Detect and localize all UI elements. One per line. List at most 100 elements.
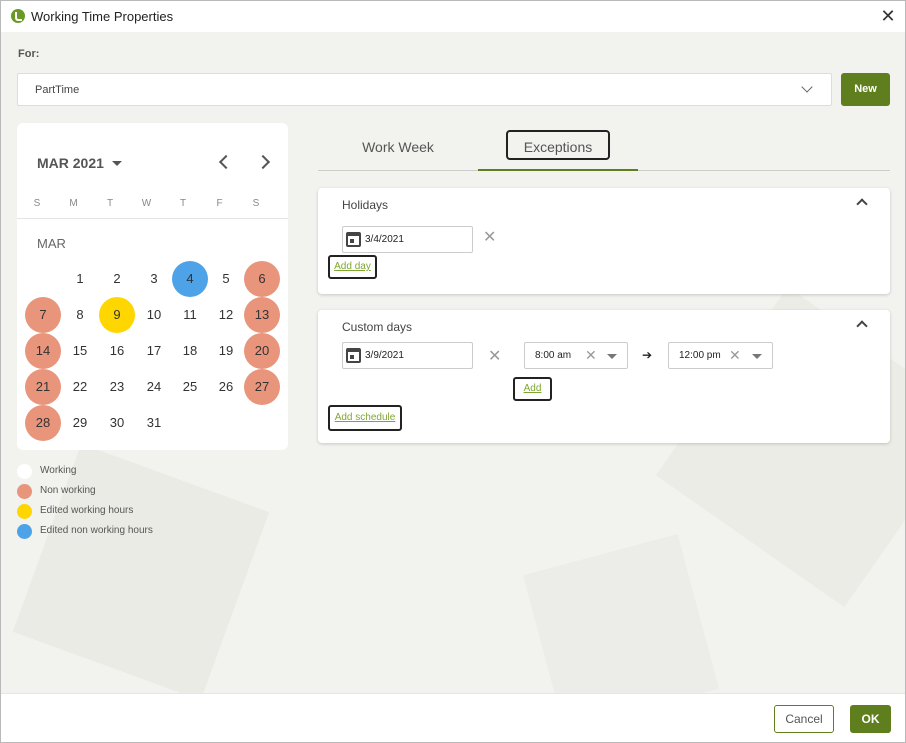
holiday-date-input[interactable]: 3/4/2021 (342, 226, 473, 253)
start-time-select[interactable]: 8:00 am ✕ (524, 342, 628, 369)
custom-date-value: 3/9/2021 (365, 350, 404, 361)
new-button[interactable]: New (841, 73, 890, 106)
chevron-up-icon[interactable] (856, 320, 868, 332)
calendar-icon[interactable] (346, 348, 361, 363)
end-time-select[interactable]: 12:00 pm ✕ (668, 342, 773, 369)
dialog-footer: Cancel OK (1, 693, 905, 742)
calendar-day[interactable]: 18 (172, 333, 208, 369)
calendar-day[interactable]: 19 (208, 333, 244, 369)
calendar-day[interactable]: 8 (62, 297, 98, 333)
calendar-day[interactable]: 30 (99, 405, 135, 441)
weekday-label: T (106, 198, 114, 209)
custom-date-input[interactable]: 3/9/2021 (342, 342, 473, 369)
weekday-header: SMTWTFS (25, 198, 281, 212)
remove-custom-day-icon[interactable]: ✕ (488, 346, 501, 366)
chevron-up-icon[interactable] (856, 198, 868, 210)
chevron-right-icon[interactable] (255, 153, 273, 171)
end-time-value: 12:00 pm (679, 350, 721, 361)
dialog-body: For: PartTime New MAR 2021 S M T W T F S MAR 1… (1, 32, 905, 693)
calendar-day[interactable]: 13 (244, 297, 280, 333)
weekday-label: M (69, 198, 78, 209)
caret-down-icon[interactable] (752, 354, 762, 359)
weekday-label: T (179, 198, 187, 209)
calendar-day[interactable]: 3 (136, 261, 172, 297)
caret-down-icon[interactable] (112, 161, 122, 166)
custom-days-title: Custom days (342, 320, 413, 334)
legend-label: Edited working hours (40, 505, 134, 516)
calendar-day[interactable]: 7 (25, 297, 61, 333)
legend-swatch (17, 464, 32, 479)
cancel-button[interactable]: Cancel (774, 705, 834, 733)
holiday-date-value: 3/4/2021 (365, 234, 404, 245)
chevron-left-icon[interactable] (215, 153, 233, 171)
calendar-day[interactable]: 22 (62, 369, 98, 405)
divider (17, 218, 288, 219)
weekday-label: S (33, 198, 41, 209)
arrow-right-icon: ➔ (642, 348, 653, 362)
calendar-day[interactable]: 5 (208, 261, 244, 297)
legend-swatch (17, 484, 32, 499)
holidays-panel: Holidays 3/4/2021 ✕ Add day (318, 188, 890, 294)
legend-swatch (17, 524, 32, 539)
calendar-day[interactable]: 15 (62, 333, 98, 369)
calendar-day[interactable]: 10 (136, 297, 172, 333)
calendar-day[interactable]: 24 (136, 369, 172, 405)
calendar-day[interactable]: 16 (99, 333, 135, 369)
background-shape (12, 443, 270, 693)
calendar-day[interactable]: 9 (99, 297, 135, 333)
calendar-month-label: MAR (37, 236, 66, 251)
calendar-select[interactable]: PartTime (17, 73, 832, 106)
calendar-day[interactable]: 6 (244, 261, 280, 297)
calendar-day[interactable]: 28 (25, 405, 61, 441)
clear-icon[interactable]: ✕ (585, 347, 597, 364)
clear-icon[interactable]: ✕ (729, 347, 741, 364)
tab-work-week[interactable]: Work Week (318, 127, 478, 169)
add-schedule-button[interactable]: Add schedule (328, 405, 402, 431)
legend-label: Edited non working hours (40, 525, 153, 536)
calendar-day[interactable]: 29 (62, 405, 98, 441)
background-shape (523, 534, 719, 693)
close-icon[interactable]: ✕ (877, 5, 899, 27)
legend-swatch (17, 504, 32, 519)
calendar-day[interactable]: 2 (99, 261, 135, 297)
tab-active-indicator (478, 169, 638, 171)
weekday-label: S (252, 198, 260, 209)
caret-down-icon[interactable] (607, 354, 617, 359)
legend-label: Non working (40, 485, 96, 496)
title-bar: Working Time Properties ✕ (1, 1, 905, 32)
calendar-day[interactable]: 21 (25, 369, 61, 405)
calendar-day[interactable]: 20 (244, 333, 280, 369)
calendar-day[interactable]: 27 (244, 369, 280, 405)
for-label: For: (18, 48, 40, 60)
month-calendar: MAR 2021 SMTWTFS MAR 1 2 3 4 5 6 7 8 9 10 11 12 13 14… (17, 123, 288, 450)
add-time-button[interactable]: Add (513, 377, 552, 401)
tab-exceptions[interactable]: Exceptions (478, 127, 638, 169)
start-time-value: 8:00 am (535, 350, 572, 361)
custom-days-panel: Custom days 3/9/2021 ✕ 8:00 am ✕ ➔ 12:00… (318, 310, 890, 443)
weekday-label: F (216, 198, 223, 209)
calendar-day[interactable]: 11 (172, 297, 208, 333)
calendar-day[interactable]: 12 (208, 297, 244, 333)
calendar-day[interactable]: 26 (208, 369, 244, 405)
chevron-down-icon (801, 81, 813, 93)
tab-bar: Work Week Exceptions (318, 127, 890, 171)
working-time-dialog: Working Time Properties ✕ For: PartTime … (0, 0, 906, 743)
calendar-day[interactable]: 31 (136, 405, 172, 441)
ok-button[interactable]: OK (850, 705, 891, 733)
window-title: Working Time Properties (31, 9, 174, 24)
remove-holiday-icon[interactable]: ✕ (483, 227, 496, 247)
calendar-day[interactable]: 4 (172, 261, 208, 297)
calendar-day[interactable]: 23 (99, 369, 135, 405)
legend-label: Working (40, 465, 77, 476)
app-logo-icon (11, 9, 25, 23)
add-day-button[interactable]: Add day (328, 255, 377, 279)
weekday-label: W (141, 198, 152, 209)
calendar-day[interactable]: 25 (172, 369, 208, 405)
calendar-day[interactable]: 1 (62, 261, 98, 297)
calendar-day[interactable]: 14 (25, 333, 61, 369)
calendar-select-value: PartTime (35, 84, 80, 96)
calendar-icon[interactable] (346, 232, 361, 247)
calendar-month-year[interactable]: MAR 2021 (37, 155, 104, 171)
holidays-title: Holidays (342, 198, 389, 212)
calendar-day[interactable]: 17 (136, 333, 172, 369)
